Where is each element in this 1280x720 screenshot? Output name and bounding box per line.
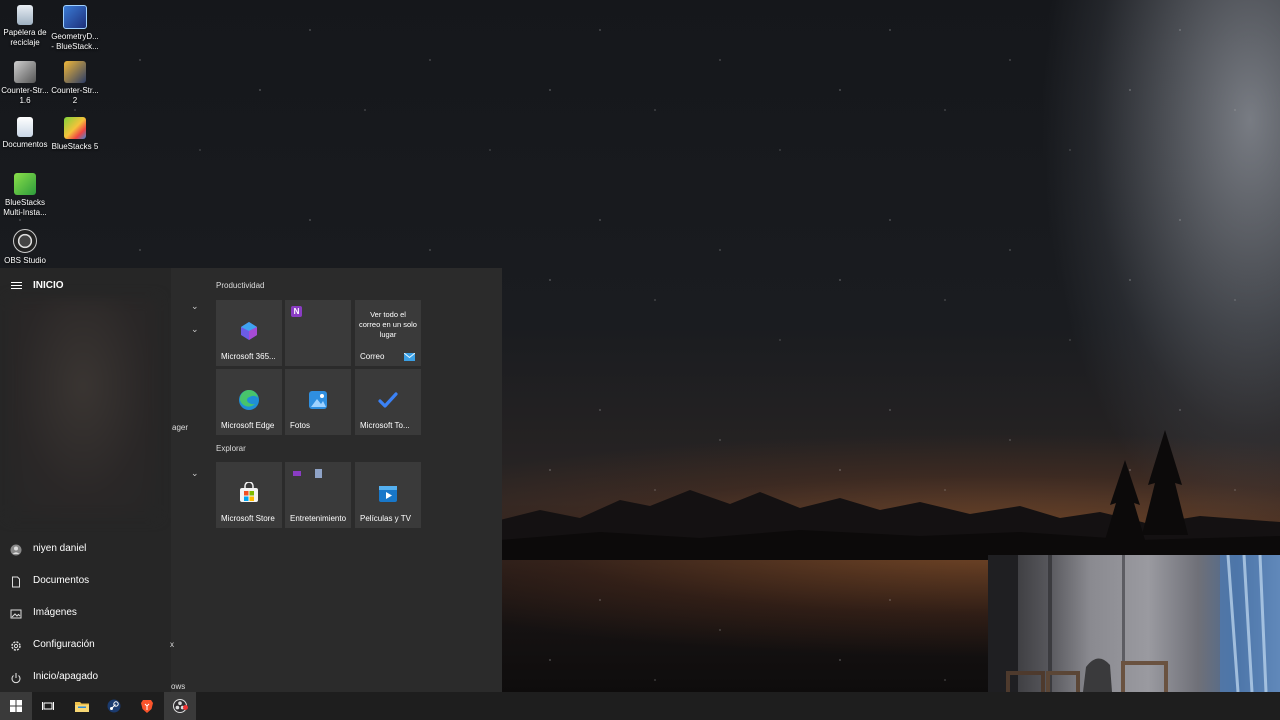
recycle-bin-icon: [17, 5, 33, 25]
file-explorer-button[interactable]: [66, 692, 98, 720]
app-list-partial-label: ager: [172, 423, 189, 432]
tile-label: Correo: [360, 352, 385, 361]
todo-icon: [378, 392, 398, 408]
bluestacks-icon: [64, 117, 86, 139]
obs-icon: [13, 229, 37, 253]
nav-configuracion[interactable]: Configuración: [0, 632, 171, 660]
nav-user-account[interactable]: niyen daniel: [0, 536, 171, 564]
tile-correo-message: Ver todo el correo en un solo lugar: [359, 310, 417, 339]
store-icon: [240, 482, 258, 502]
steam-button[interactable]: [98, 692, 130, 720]
microsoft-365-icon: [241, 322, 257, 340]
desktop-icon-label: Documentos: [2, 140, 48, 149]
wallpaper-trees: [1105, 430, 1188, 540]
desktop-icon-label: GeometryD... - BlueStack...: [51, 32, 99, 51]
brave-icon: [141, 700, 153, 713]
desktop-icon-label: Counter-Str... 1.6: [1, 86, 49, 105]
task-view-icon: [42, 702, 54, 710]
webcam-scene: [988, 555, 1280, 692]
tile-entretenimiento[interactable]: Entretenimiento: [285, 462, 351, 528]
taskbar: [0, 692, 1280, 720]
group-title-productividad: Productividad: [216, 281, 265, 290]
tile-onenote[interactable]: N: [285, 300, 351, 366]
desktop-icon-geometry-dash[interactable]: GeometryD... - BlueStack...: [50, 5, 100, 52]
tile-label: Microsoft To...: [360, 421, 410, 430]
desktop-icon-counter-strike-2[interactable]: Counter-Str... 2: [50, 61, 100, 106]
power-icon: [10, 672, 22, 684]
movies-tv-icon: [379, 486, 397, 502]
geometry-dash-icon: [63, 5, 87, 29]
desktop-icon-label: OBS Studio: [4, 256, 46, 265]
desktop-icon-label: Counter-Str... 2: [51, 86, 99, 105]
brave-button[interactable]: [131, 692, 163, 720]
user-icon: [10, 544, 22, 556]
tile-correo[interactable]: Ver todo el correo en un solo lugar Corr…: [355, 300, 421, 366]
tile-microsoft-365[interactable]: Microsoft 365...: [216, 300, 282, 366]
nav-label: Inicio/apagado: [33, 671, 99, 682]
nav-label: Imágenes: [33, 607, 77, 618]
entertainment-icon: [293, 471, 301, 476]
nav-documentos[interactable]: Documentos: [0, 568, 171, 596]
start-menu-blur: [8, 298, 158, 518]
tile-peliculas-tv[interactable]: Películas y TV: [355, 462, 421, 528]
chevron-down-icon[interactable]: ⌄: [191, 468, 199, 479]
desktop-icon-recycle-bin[interactable]: Papelera de reciclaje: [0, 5, 50, 48]
tile-label: Películas y TV: [360, 514, 411, 523]
desktop-icon-documentos[interactable]: Documentos: [0, 117, 50, 150]
nav-label: niyen daniel: [33, 543, 87, 554]
obs-taskbar-button[interactable]: [164, 692, 196, 720]
windows-icon: [10, 700, 22, 712]
document-icon: [10, 576, 22, 588]
chevron-down-icon[interactable]: ⌄: [191, 324, 199, 335]
group-title-explorar: Explorar: [216, 444, 246, 453]
photos-icon: [309, 391, 327, 409]
desktop-icon-label: BlueStacks 5: [51, 142, 99, 151]
counter-strike-2-icon: [64, 61, 86, 83]
bluestacks-multi-icon: [14, 173, 36, 195]
pictures-icon: [10, 608, 22, 620]
webcam-overlay: [988, 555, 1280, 692]
documents-icon: [17, 117, 33, 137]
recording-indicator: [183, 705, 188, 710]
start-menu-left-panel: [0, 268, 171, 692]
desktop-icon-counter-strike-16[interactable]: Counter-Str... 1.6: [0, 61, 50, 106]
tile-label: Microsoft 365...: [221, 352, 276, 361]
desktop-icon-bluestacks-multi[interactable]: BlueStacks Multi-Insta...: [0, 173, 50, 218]
start-menu-title: INICIO: [33, 280, 64, 291]
folder-icon: [75, 702, 89, 712]
gear-icon: [10, 640, 22, 652]
tile-label: Microsoft Store: [221, 514, 275, 523]
task-view-button[interactable]: [32, 692, 64, 720]
calculator-icon: [315, 469, 322, 478]
tile-microsoft-store[interactable]: Microsoft Store: [216, 462, 282, 528]
counter-strike-icon: [14, 61, 36, 83]
app-list-partial-label: x: [170, 640, 174, 649]
tile-microsoft-edge[interactable]: Microsoft Edge: [216, 369, 282, 435]
desktop-icon-label: Papelera de reciclaje: [3, 28, 47, 47]
nav-inicio-apagado[interactable]: Inicio/apagado: [0, 664, 171, 692]
mail-icon: [404, 353, 415, 361]
tile-microsoft-todo[interactable]: Microsoft To...: [355, 369, 421, 435]
tile-label: Fotos: [290, 421, 311, 430]
tile-label: Microsoft Edge: [221, 421, 275, 430]
nav-label: Documentos: [33, 575, 90, 586]
start-button[interactable]: [0, 692, 32, 720]
desktop-icon-obs-studio[interactable]: OBS Studio: [0, 229, 50, 266]
nav-label: Configuración: [33, 639, 95, 650]
onenote-icon: N: [291, 306, 302, 317]
hamburger-menu-icon[interactable]: [11, 280, 22, 291]
desktop-icon-label: BlueStacks Multi-Insta...: [3, 198, 47, 217]
desktop-icon-bluestacks-5[interactable]: BlueStacks 5: [50, 117, 100, 152]
tile-label: Entretenimiento: [290, 514, 347, 523]
app-list-partial-label: ows: [171, 682, 186, 691]
nav-imagenes[interactable]: Imágenes: [0, 600, 171, 628]
steam-icon: [107, 699, 121, 713]
chevron-down-icon[interactable]: ⌄: [191, 301, 199, 312]
tile-fotos[interactable]: Fotos: [285, 369, 351, 435]
edge-icon: [239, 389, 259, 410]
